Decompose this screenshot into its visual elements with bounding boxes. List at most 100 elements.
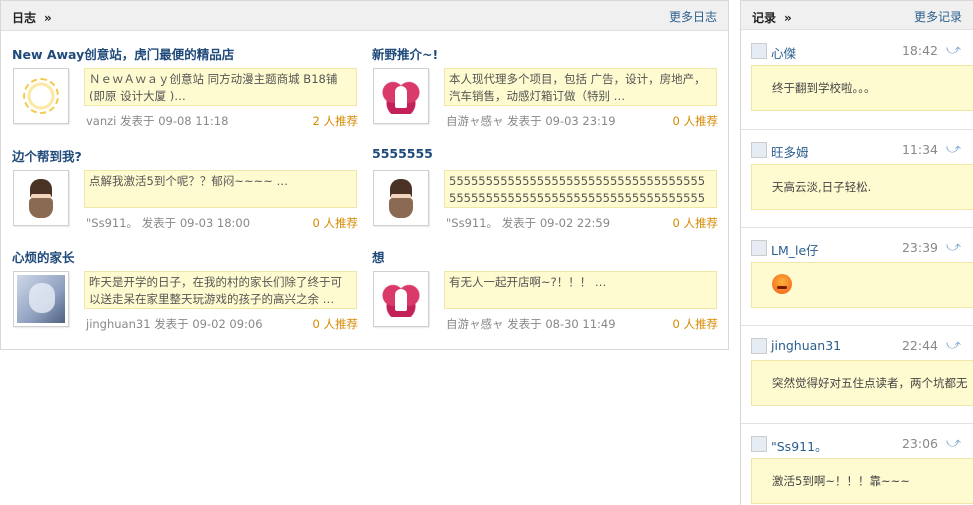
records-header: 记录 » 更多记录: [741, 0, 973, 30]
post-avatar[interactable]: [13, 170, 69, 226]
boy-icon: [377, 174, 425, 222]
record-text: 终于翻到学校啦。。。: [751, 65, 973, 111]
record-item: 旺多姆 11:34 ⤻ 天高云淡,日子轻松.: [741, 129, 973, 227]
record-time: 23:06: [901, 436, 938, 451]
post-author[interactable]: 自游ャ感ャ: [446, 114, 504, 128]
post-meta: 自游ャ感ャ 发表于 09-03 23:19 0 人推荐: [446, 113, 718, 129]
post-author[interactable]: 自游ャ感ャ: [446, 317, 504, 331]
recommend-count: 0: [672, 317, 680, 331]
records-title[interactable]: 记录 »: [752, 9, 792, 26]
user-avatar-icon[interactable]: [751, 338, 767, 354]
record-time: 18:42: [901, 43, 938, 58]
post-avatar[interactable]: [13, 68, 69, 124]
recommend-label: 人推荐: [323, 317, 359, 331]
record-text: 天高云淡,日子轻松.: [751, 164, 973, 210]
post-date: 09-03 23:19: [545, 114, 616, 128]
post-action: 发表于: [507, 317, 542, 331]
more-blogs-link[interactable]: 更多日志: [669, 8, 717, 25]
post-recommend[interactable]: 0 人推荐: [673, 316, 718, 332]
post-author[interactable]: jinghuan31: [86, 317, 151, 331]
record-user[interactable]: 心傑: [771, 43, 796, 62]
recommend-label: 人推荐: [683, 114, 719, 128]
record-user[interactable]: 旺多姆: [771, 142, 809, 161]
post-action: 发表于: [141, 216, 177, 230]
post-excerpt: 5555555555555555555555555555555555555555…: [444, 170, 717, 208]
post-meta: vanzi 发表于 09-08 11:18 2 人推荐: [86, 113, 358, 129]
recommend-label: 人推荐: [683, 317, 719, 331]
reply-icon[interactable]: ⤻: [946, 42, 961, 58]
blog-post: New Away创意站，虎门最便的精品店 ＮｅｗＡｗａｙ创意站 同方动漫主题商城…: [12, 44, 358, 128]
blog-post: 新野推介~! 本人现代理多个项目，包括 广告，设计，房地产，汽车销售，动感灯箱订…: [372, 44, 718, 128]
record-user[interactable]: LM_le仔: [771, 240, 819, 259]
reply-icon[interactable]: ⤻: [946, 337, 961, 353]
post-date: 09-02 22:59: [539, 216, 611, 230]
record-text: 激活5到啊~！！！靠~~~: [751, 458, 973, 504]
user-avatar-icon[interactable]: [751, 436, 767, 452]
recommend-count: 0: [672, 216, 680, 230]
post-action: 发表于: [501, 216, 537, 230]
recommend-label: 人推荐: [323, 216, 359, 230]
blog-post: 边个帮到我? 点解我激活5到个呢？？郁闷~~~~ … "Ss911。 发表于 0…: [12, 146, 358, 230]
double-chevron-icon: »: [784, 11, 792, 25]
record-time: 23:39: [901, 240, 938, 255]
post-recommend[interactable]: 0 人推荐: [313, 215, 358, 231]
reply-icon[interactable]: ⤻: [946, 141, 961, 157]
post-excerpt: 有无人一起开店啊~?！！！ …: [444, 271, 717, 309]
user-avatar-icon[interactable]: [751, 240, 767, 256]
recommend-count: 2: [312, 114, 320, 128]
post-excerpt: 本人现代理多个项目，包括 广告，设计，房地产，汽车销售，动感灯箱订做（特别 …: [444, 68, 717, 106]
reply-icon[interactable]: ⤻: [946, 239, 961, 255]
post-title[interactable]: 心烦的家长: [12, 247, 358, 265]
post-title[interactable]: 新野推介~!: [372, 44, 718, 62]
post-author[interactable]: vanzi: [86, 114, 116, 128]
record-time: 11:34: [901, 142, 938, 157]
post-meta: "Ss911。 发表于 09-02 22:59 0 人推荐: [446, 215, 718, 231]
recommend-label: 人推荐: [323, 114, 359, 128]
post-recommend[interactable]: 0 人推荐: [673, 113, 718, 129]
record-user[interactable]: "Ss911。: [771, 436, 828, 455]
post-avatar[interactable]: [373, 68, 429, 124]
angry-smiley-icon: [772, 274, 792, 294]
record-time: 22:44: [901, 338, 938, 353]
records-panel: 记录 » 更多记录 心傑 18:42 ⤻ 终于翻到学校啦。。。 旺多姆 11:34…: [740, 0, 973, 505]
post-date: 09-02 09:06: [192, 317, 263, 331]
post-meta: "Ss911。 发表于 09-03 18:00 0 人推荐: [86, 215, 358, 231]
recommend-count: 0: [672, 114, 680, 128]
post-recommend[interactable]: 2 人推荐: [313, 113, 358, 129]
double-chevron-icon: »: [44, 11, 52, 25]
angel-icon: [377, 72, 425, 120]
user-avatar-icon[interactable]: [751, 142, 767, 158]
user-avatar-icon[interactable]: [751, 43, 767, 59]
post-author[interactable]: "Ss911。: [446, 216, 498, 230]
post-avatar[interactable]: [13, 271, 69, 327]
more-records-link[interactable]: 更多记录: [914, 8, 962, 25]
post-action: 发表于: [120, 114, 155, 128]
record-item: 心傑 18:42 ⤻ 终于翻到学校啦。。。: [741, 31, 973, 129]
post-avatar[interactable]: [373, 271, 429, 327]
post-title[interactable]: New Away创意站，虎门最便的精品店: [12, 44, 358, 62]
record-user[interactable]: jinghuan31: [771, 338, 841, 353]
post-title[interactable]: 5555555: [372, 146, 718, 164]
post-excerpt: 昨天是开学的日子，在我的村的家长们除了终于可以送走呆在家里整天玩游戏的孩子的高兴…: [84, 271, 357, 309]
record-item: "Ss911。 23:06 ⤻ 激活5到啊~！！！靠~~~: [741, 423, 973, 505]
reply-icon[interactable]: ⤻: [946, 435, 961, 451]
recommend-label: 人推荐: [683, 216, 719, 230]
post-title[interactable]: 想: [372, 247, 718, 265]
post-date: 08-30 11:49: [545, 317, 616, 331]
record-item: LM_le仔 23:39 ⤻: [741, 227, 973, 325]
post-recommend[interactable]: 0 人推荐: [313, 316, 358, 332]
post-action: 发表于: [154, 317, 189, 331]
angel-icon: [377, 275, 425, 323]
post-avatar[interactable]: [373, 170, 429, 226]
blog-title-label: 日志: [12, 11, 37, 25]
record-content: [751, 262, 973, 308]
post-title[interactable]: 边个帮到我?: [12, 146, 358, 164]
blog-header: 日志 » 更多日志: [1, 1, 728, 31]
records-title-label: 记录: [752, 11, 777, 25]
blog-title[interactable]: 日志 »: [12, 9, 52, 26]
post-excerpt: 点解我激活5到个呢？？郁闷~~~~ …: [84, 170, 357, 208]
post-recommend[interactable]: 0 人推荐: [673, 215, 718, 231]
blog-post: 心烦的家长 昨天是开学的日子，在我的村的家长们除了终于可以送走呆在家里整天玩游戏…: [12, 247, 358, 331]
post-author[interactable]: "Ss911。: [86, 216, 138, 230]
boy-icon: [17, 174, 65, 222]
